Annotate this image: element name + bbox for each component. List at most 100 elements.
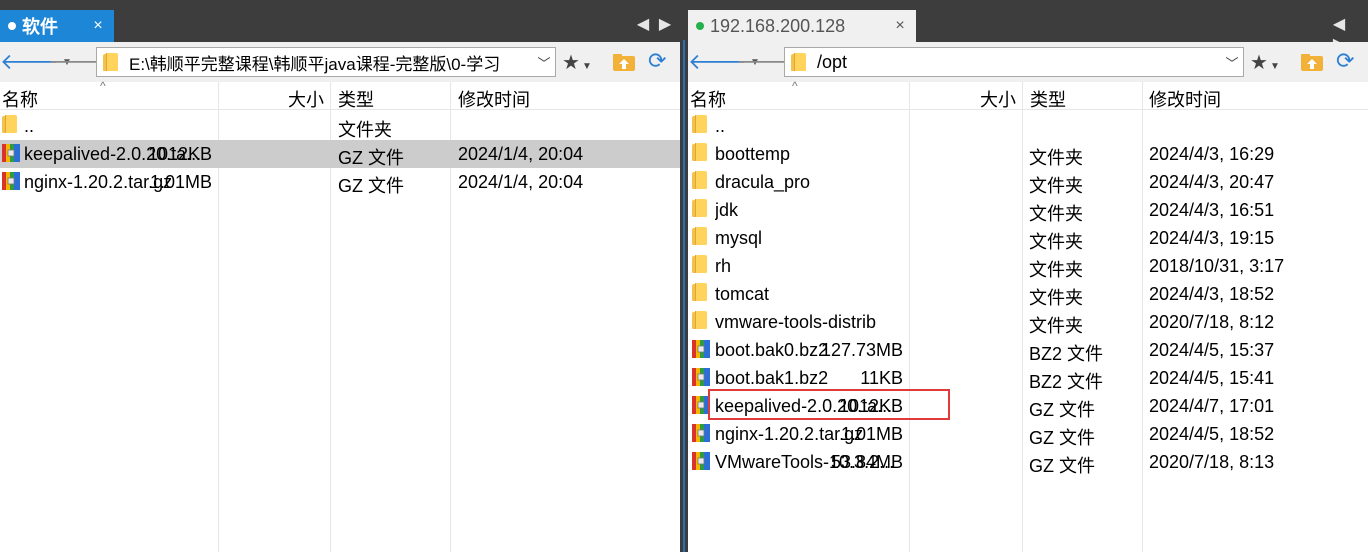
file-modified: 2024/1/4, 20:04 bbox=[458, 172, 584, 192]
tab-scroll-right-icon[interactable]: ▶ bbox=[654, 14, 676, 34]
folder-icon bbox=[692, 311, 707, 334]
tab-close-icon[interactable]: × bbox=[90, 17, 106, 35]
folder-up-icon[interactable] bbox=[612, 52, 636, 72]
tab-scroll-left-icon[interactable]: ◀ bbox=[1328, 14, 1350, 34]
table-row[interactable]: boot.bak1.bz2 11KB BZ2 文件 2024/4/5, 15:41 bbox=[688, 364, 1368, 392]
file-type: 文件夹 bbox=[1029, 288, 1083, 308]
file-size: 1012KB bbox=[147, 144, 212, 164]
tab-local[interactable]: 软件 × bbox=[0, 10, 114, 42]
file-modified: 2024/4/3, 19:15 bbox=[1149, 228, 1275, 248]
folder-up-icon[interactable] bbox=[1300, 52, 1324, 72]
file-type: GZ 文件 bbox=[338, 148, 404, 168]
folder-icon bbox=[2, 115, 17, 138]
column-name[interactable]: 名称 bbox=[690, 86, 726, 112]
folder-icon bbox=[692, 143, 707, 166]
local-pane: 软件 × ◀▶ 🡐▼ 🡒▼ E:\韩顺平完整课程\韩顺平java课程-完整版\0… bbox=[0, 0, 680, 552]
file-type: 文件夹 bbox=[1029, 316, 1083, 336]
tab-bar: 192.168.200.128 × ◀▶ bbox=[688, 0, 1368, 53]
tab-scroll-left-icon[interactable]: ◀ bbox=[632, 14, 654, 34]
table-row[interactable]: nginx-1.20.2.tar.gz 1.01MB GZ 文件 2024/1/4, … bbox=[0, 168, 680, 196]
file-modified: 2024/4/5, 15:37 bbox=[1149, 340, 1275, 360]
chevron-down-icon[interactable]: ﹀ bbox=[1221, 53, 1243, 72]
archive-icon bbox=[2, 143, 20, 168]
tab-remote[interactable]: 192.168.200.128 × bbox=[688, 10, 916, 42]
folder-icon bbox=[791, 53, 806, 71]
table-row[interactable]: VMwareTools-10.3.2... 53.84MB GZ 文件 2020/7/… bbox=[688, 448, 1368, 476]
refresh-icon[interactable]: ⟳ bbox=[1336, 48, 1354, 74]
favorites-button[interactable]: ★ ▼ bbox=[562, 50, 592, 75]
file-size: 127.73MB bbox=[820, 340, 903, 360]
file-name: mysql bbox=[715, 228, 763, 248]
file-modified: 2024/4/3, 18:52 bbox=[1149, 284, 1275, 304]
file-modified: 2024/4/3, 20:47 bbox=[1149, 172, 1275, 192]
archive-icon bbox=[692, 451, 710, 476]
path-text[interactable]: E:\韩顺平完整课程\韩顺平java课程-完整版\0-学习 bbox=[129, 50, 533, 75]
table-row[interactable]: rh 文件夹 2018/10/31, 3:17 bbox=[688, 252, 1368, 280]
column-type[interactable]: 类型 bbox=[1030, 86, 1066, 112]
highlight-box bbox=[708, 389, 950, 420]
file-modified: 2024/4/5, 15:41 bbox=[1149, 368, 1275, 388]
column-name[interactable]: 名称 bbox=[2, 86, 38, 112]
table-row[interactable]: keepalived-2.0.20.ta... 1012KB GZ 文件 2024/4… bbox=[688, 389, 1368, 420]
address-toolbar: 🡐▼ 🡒▼ E:\韩顺平完整课程\韩顺平java课程-完整版\0-学习 ﹀ ★▼… bbox=[0, 42, 680, 82]
table-row[interactable]: jdk 文件夹 2024/4/3, 16:51 bbox=[688, 196, 1368, 224]
file-name: boottemp bbox=[715, 144, 791, 164]
file-name: dracula_pro bbox=[715, 172, 811, 192]
table-row[interactable]: mysql 文件夹 2024/4/3, 19:15 bbox=[688, 224, 1368, 252]
path-input[interactable]: /opt ﹀ bbox=[784, 47, 1244, 77]
table-row[interactable]: .. 文件夹 bbox=[0, 112, 680, 140]
file-name: jdk bbox=[715, 200, 739, 220]
refresh-icon[interactable]: ⟳ bbox=[648, 48, 666, 74]
chevron-down-icon: ▼ bbox=[581, 61, 592, 72]
table-row[interactable]: boot.bak0.bz2 127.73MB BZ2 文件 2024/4/5, 15:… bbox=[688, 336, 1368, 364]
file-name: tomcat bbox=[715, 284, 770, 304]
tab-bar: 软件 × ◀ ▶ bbox=[0, 0, 680, 42]
connected-status-icon bbox=[696, 22, 704, 30]
chevron-down-icon[interactable]: ﹀ bbox=[533, 53, 555, 72]
column-size[interactable]: 大小 bbox=[288, 86, 324, 112]
pane-splitter[interactable] bbox=[680, 0, 688, 552]
table-row[interactable]: keepalived-2.0.20.ta... 1012KB GZ 文件 2024/1… bbox=[0, 140, 680, 168]
archive-icon bbox=[692, 423, 710, 448]
remote-pane: 192.168.200.128 × ◀▶ 🡐▼ 🡒▼ /opt ﹀ ★▼ ⟳ 名… bbox=[688, 0, 1368, 552]
tab-label: 192.168.200.128 bbox=[710, 15, 846, 36]
file-modified: 2024/1/4, 20:04 bbox=[458, 144, 584, 164]
table-row[interactable]: tomcat 文件夹 2024/4/3, 18:52 bbox=[688, 280, 1368, 308]
star-icon: ★ bbox=[1250, 52, 1268, 74]
list-header: 名称 ^ 大小 类型 修改时间 bbox=[688, 79, 1368, 112]
file-type: GZ 文件 bbox=[1029, 456, 1095, 476]
file-modified: 2024/4/5, 18:52 bbox=[1149, 424, 1275, 444]
column-type[interactable]: 类型 bbox=[338, 86, 374, 112]
table-row[interactable]: nginx-1.20.2.tar.gz 1.01MB GZ 文件 2024/4/5, … bbox=[688, 420, 1368, 448]
tab-close-icon[interactable]: × bbox=[892, 17, 908, 35]
file-type: 文件夹 bbox=[1029, 260, 1083, 280]
sort-asc-icon: ^ bbox=[792, 79, 798, 93]
file-modified: 2024/4/3, 16:51 bbox=[1149, 200, 1275, 220]
column-size[interactable]: 大小 bbox=[980, 86, 1016, 112]
address-toolbar: 🡐▼ 🡒▼ /opt ﹀ ★▼ ⟳ bbox=[688, 42, 1368, 82]
column-modified[interactable]: 修改时间 bbox=[1149, 86, 1221, 112]
folder-icon bbox=[692, 283, 707, 306]
table-row[interactable]: .. bbox=[688, 112, 1368, 140]
file-type: 文件夹 bbox=[1029, 148, 1083, 168]
file-modified: 2024/4/3, 16:29 bbox=[1149, 144, 1275, 164]
table-row[interactable]: boottemp 文件夹 2024/4/3, 16:29 bbox=[688, 140, 1368, 168]
tab-label: 软件 bbox=[22, 17, 58, 37]
file-size: 1.01MB bbox=[149, 172, 212, 192]
column-modified[interactable]: 修改时间 bbox=[458, 86, 530, 112]
path-input[interactable]: E:\韩顺平完整课程\韩顺平java课程-完整版\0-学习 ﹀ bbox=[96, 47, 556, 77]
list-header: 名称 ^ 大小 类型 修改时间 bbox=[0, 79, 680, 112]
file-size: 1.01MB bbox=[840, 424, 903, 444]
path-text[interactable]: /opt bbox=[817, 52, 1221, 73]
favorites-button[interactable]: ★ ▼ bbox=[1250, 50, 1280, 75]
file-type: 文件夹 bbox=[1029, 204, 1083, 224]
folder-icon bbox=[692, 255, 707, 278]
table-row[interactable]: dracula_pro 文件夹 2024/4/3, 20:47 bbox=[688, 168, 1368, 196]
file-modified: 2020/7/18, 8:12 bbox=[1149, 312, 1275, 332]
folder-icon bbox=[692, 199, 707, 222]
folder-icon bbox=[692, 227, 707, 250]
file-type: GZ 文件 bbox=[338, 176, 404, 196]
folder-icon bbox=[103, 53, 118, 71]
file-list: 名称 ^ 大小 类型 修改时间 .. boottemp 文件夹 2024/4/3, 1… bbox=[688, 79, 1368, 552]
table-row[interactable]: vmware-tools-distrib 文件夹 2020/7/18, 8:12 bbox=[688, 308, 1368, 336]
